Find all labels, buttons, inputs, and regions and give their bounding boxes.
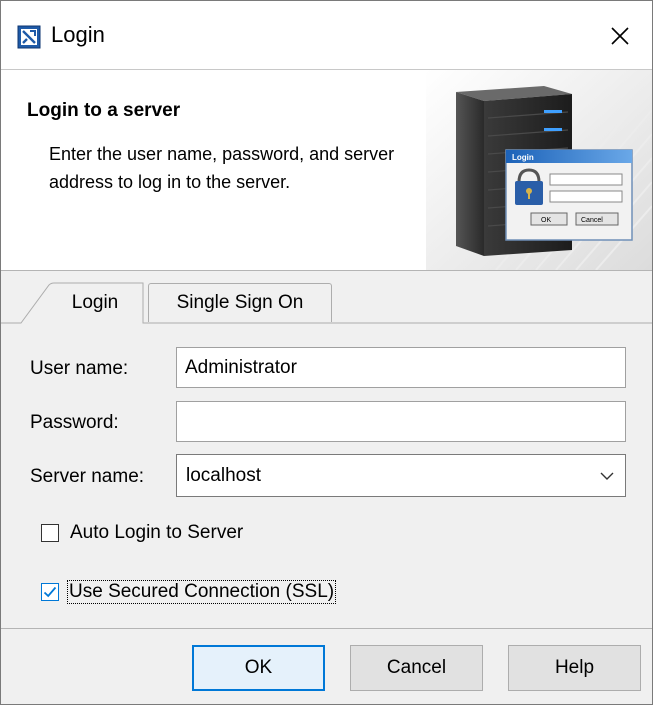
password-input[interactable] xyxy=(176,401,626,442)
auto-login-checkbox[interactable] xyxy=(41,524,59,542)
ssl-label: Use Secured Connection (SSL) xyxy=(66,580,337,604)
checkmark-icon xyxy=(43,586,57,598)
cancel-button[interactable]: Cancel xyxy=(350,645,483,691)
ok-button[interactable]: OK xyxy=(192,645,325,691)
close-icon xyxy=(611,27,629,45)
footer-separator xyxy=(1,628,652,629)
auto-login-option[interactable]: Auto Login to Server xyxy=(41,522,243,544)
login-app-icon xyxy=(17,25,41,49)
window-title: Login xyxy=(51,22,105,47)
auto-login-label: Auto Login to Server xyxy=(70,522,244,543)
title-bar: Login xyxy=(1,1,652,69)
server-name-combobox[interactable]: localhost xyxy=(176,454,626,497)
server-name-value: localhost xyxy=(186,465,261,486)
tab-single-sign-on[interactable]: Single Sign On xyxy=(148,283,332,322)
server-illustration: Login OK Cancel xyxy=(426,70,652,270)
mini-window-title: Login xyxy=(512,153,534,162)
username-input[interactable] xyxy=(176,347,626,388)
close-button[interactable] xyxy=(597,13,643,59)
ssl-checkbox[interactable] xyxy=(41,583,59,601)
header-description: Enter the user name, password, and serve… xyxy=(49,144,395,192)
mini-ok-label: OK xyxy=(541,217,551,224)
ssl-option[interactable]: Use Secured Connection (SSL) xyxy=(41,580,337,604)
mini-cancel-label: Cancel xyxy=(581,217,603,224)
header-banner: Login to a server Enter the user name, p… xyxy=(1,69,652,271)
username-label: User name: xyxy=(30,358,129,379)
server-name-label: Server name: xyxy=(30,466,145,487)
chevron-down-icon[interactable] xyxy=(599,468,615,484)
login-dialog: Login Login to a server Enter the user n… xyxy=(0,0,653,705)
help-button[interactable]: Help xyxy=(508,645,641,691)
password-label: Password: xyxy=(30,412,119,433)
tab-login[interactable]: Login xyxy=(47,283,143,323)
header-title: Login to a server xyxy=(27,100,181,121)
